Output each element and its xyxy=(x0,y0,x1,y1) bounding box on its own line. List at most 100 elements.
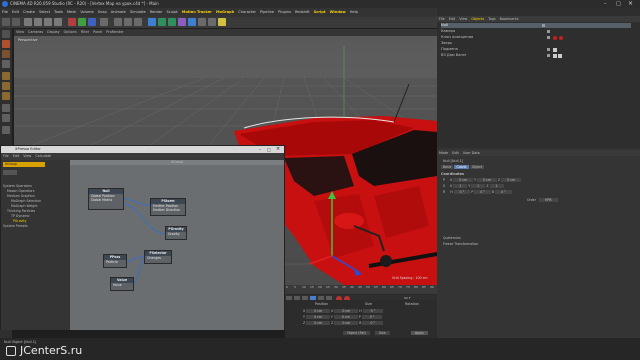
tag-icon[interactable] xyxy=(558,54,562,58)
attr-field[interactable]: 1 xyxy=(471,184,486,188)
select-icon[interactable] xyxy=(24,18,32,26)
object-row[interactable]: Зверь xyxy=(441,41,452,46)
attr-field[interactable]: 0 ° xyxy=(474,190,491,194)
tree-item[interactable]: Maxon Operators xyxy=(7,189,34,193)
floor-icon[interactable] xyxy=(198,18,206,26)
coord-size-y-field[interactable]: 0 cm xyxy=(333,315,358,319)
model-mode-icon[interactable] xyxy=(2,40,10,48)
menu-simulate[interactable]: Simulate xyxy=(128,8,148,17)
coord-rot-b-field[interactable]: 0 ° xyxy=(362,321,384,325)
om-menu-bookmarks[interactable]: Bookmarks xyxy=(498,17,521,21)
pen-icon[interactable] xyxy=(158,18,166,26)
xp-menu-calculate[interactable]: Calculate xyxy=(33,153,53,160)
node-port[interactable]: Gravity xyxy=(166,232,186,236)
menu-redshift[interactable]: Redshift xyxy=(293,8,312,17)
scale-icon[interactable] xyxy=(44,18,52,26)
camera-icon[interactable] xyxy=(208,18,216,26)
render-picture-viewer-icon[interactable] xyxy=(124,18,132,26)
node-port[interactable]: Value xyxy=(111,283,133,287)
attr-field[interactable]: 1 xyxy=(453,184,468,188)
material-tag-icon[interactable] xyxy=(559,36,563,40)
xp-menu-edit[interactable]: Edit xyxy=(11,153,22,160)
object-row[interactable]: ВЗ Дом Ванэг xyxy=(441,53,467,58)
menu-snap[interactable]: Snap xyxy=(96,8,109,17)
coord-size-z-field[interactable]: 0 cm xyxy=(334,321,359,325)
maximize-icon[interactable]: □ xyxy=(616,1,621,7)
visibility-dot-icon[interactable] xyxy=(542,24,545,27)
visibility-dot-icon[interactable] xyxy=(547,36,550,39)
viewport-menu-options[interactable]: Options xyxy=(62,29,79,36)
render-settings-icon[interactable] xyxy=(134,18,142,26)
tree-item[interactable]: System Operators xyxy=(3,184,32,188)
object-row[interactable]: Ключ освещения xyxy=(441,35,473,40)
redo-icon[interactable] xyxy=(12,18,20,26)
tab-coord[interactable]: Coord. xyxy=(454,165,469,169)
coord-rot-h-field[interactable]: 0 ° xyxy=(362,309,384,313)
tag-icon[interactable] xyxy=(553,48,557,52)
coord-size-select[interactable]: Size xyxy=(375,331,390,335)
lock-workplane-icon[interactable] xyxy=(2,114,10,122)
xpresso-node-pstorm[interactable]: PStorm Emitter Position Emitter Directio… xyxy=(150,198,186,216)
attr-field[interactable]: 0 cm xyxy=(501,178,522,182)
browser-search-field[interactable] xyxy=(3,170,17,175)
polygons-mode-icon[interactable] xyxy=(2,92,10,100)
object-row[interactable]: Камера xyxy=(441,29,455,34)
xpresso-node-value[interactable]: Value Value xyxy=(110,277,134,291)
menu-select[interactable]: Select xyxy=(37,8,52,17)
render-view-icon[interactable] xyxy=(114,18,122,26)
xpresso-node-pgravity[interactable]: PGravity Gravity xyxy=(165,226,187,240)
menu-script[interactable]: Script xyxy=(312,8,328,17)
move-icon[interactable] xyxy=(34,18,42,26)
edges-mode-icon[interactable] xyxy=(2,82,10,90)
minimize-icon[interactable]: – xyxy=(604,1,607,7)
rotate-icon[interactable] xyxy=(54,18,62,26)
coord-mode-select[interactable]: Object (Rel) xyxy=(343,331,370,335)
menu-mesh[interactable]: Mesh xyxy=(65,8,78,17)
tag-icon[interactable] xyxy=(553,54,557,58)
xpresso-canvas[interactable]: XGroup Null Global Position Global Matri… xyxy=(70,160,284,330)
timeline-ruler[interactable]: 0 5 10 15 20 25 30 35 40 45 50 55 60 65 … xyxy=(284,285,437,294)
coord-pos-x-field[interactable]: 0 cm xyxy=(306,309,331,313)
om-menu-tags[interactable]: Tags xyxy=(486,17,498,21)
coord-pos-z-field[interactable]: 0 cm xyxy=(306,321,331,325)
coordinate-system-icon[interactable] xyxy=(100,18,108,26)
visibility-dot-icon[interactable] xyxy=(547,30,550,33)
visibility-dot-icon[interactable] xyxy=(547,48,550,51)
attr-field[interactable]: 0 cm xyxy=(453,178,474,182)
menu-animate[interactable]: Animate xyxy=(109,8,128,17)
menu-mograph[interactable]: MoGraph xyxy=(214,8,236,17)
attr-menu-mode[interactable]: Mode xyxy=(437,151,450,155)
object-row[interactable]: Подмена xyxy=(441,47,458,52)
tree-item[interactable]: MoGraph Weight xyxy=(11,204,38,208)
menu-help[interactable]: Help xyxy=(348,8,360,17)
node-port[interactable]: Changes xyxy=(145,256,171,260)
viewport-menu-display[interactable]: Display xyxy=(45,29,62,36)
menu-render[interactable]: Render xyxy=(148,8,165,17)
node-port[interactable]: Emitter Direction xyxy=(151,208,185,212)
axis-y-icon[interactable] xyxy=(78,18,86,26)
apply-button[interactable]: Apply xyxy=(411,331,428,335)
object-row[interactable]: Null xyxy=(441,23,631,28)
viewport-menu-filter[interactable]: Filter xyxy=(79,29,91,36)
attr-menu-edit[interactable]: Edit xyxy=(450,151,461,155)
attr-field[interactable]: 1 xyxy=(489,184,504,188)
array-icon[interactable] xyxy=(178,18,186,26)
tree-item[interactable]: TP Dynamic xyxy=(11,214,30,218)
om-menu-view[interactable]: View xyxy=(457,17,469,21)
menu-edit[interactable]: Edit xyxy=(10,8,21,17)
tree-item[interactable]: Medium Graphics xyxy=(7,194,35,198)
xpresso-tab-xgroup[interactable]: XGroup xyxy=(3,162,45,167)
menu-plugins[interactable]: Plugins xyxy=(276,8,293,17)
visibility-dot-icon[interactable] xyxy=(547,54,550,57)
tree-item-selected[interactable]: PGravity xyxy=(13,219,27,223)
points-mode-icon[interactable] xyxy=(2,72,10,80)
viewport-menu-panel[interactable]: Panel xyxy=(91,29,104,36)
cube-icon[interactable] xyxy=(148,18,156,26)
xpresso-node-pselector[interactable]: PSelector Changes xyxy=(144,250,172,264)
order-select[interactable]: HPB xyxy=(539,198,558,202)
xpresso-node-ppass[interactable]: PPass Particle xyxy=(103,254,127,268)
maximize-icon[interactable]: □ xyxy=(267,146,271,153)
coord-size-x-field[interactable]: 0 cm xyxy=(334,309,359,313)
menu-pipeline[interactable]: Pipeline xyxy=(258,8,276,17)
menu-tools[interactable]: Tools xyxy=(52,8,65,17)
